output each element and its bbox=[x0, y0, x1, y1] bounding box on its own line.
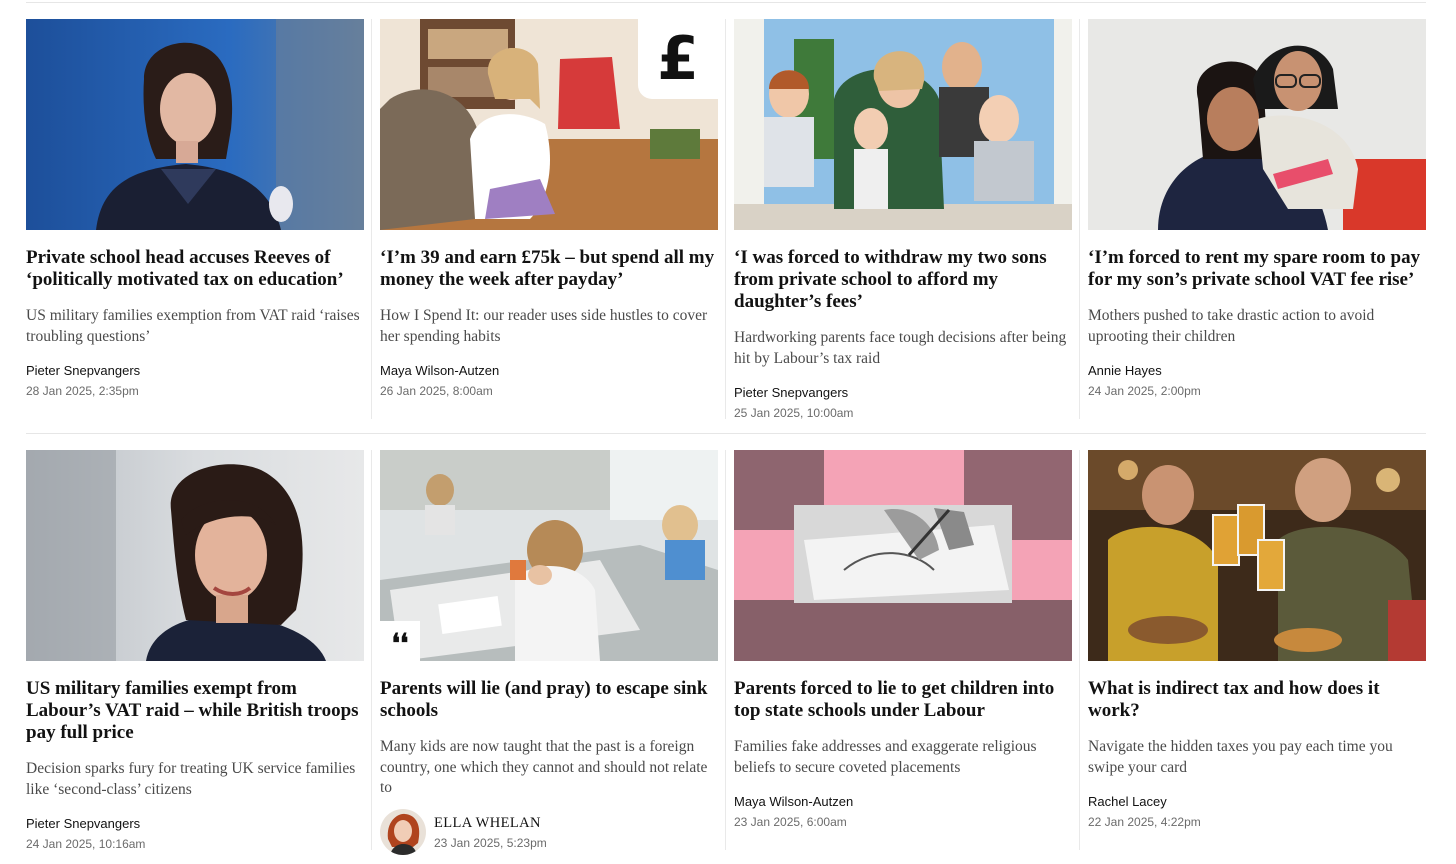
article-headline[interactable]: What is indirect tax and how does it wor… bbox=[1088, 678, 1426, 722]
article-card[interactable]: ❛❛ Parents will lie (and pray) to escape… bbox=[380, 450, 718, 855]
author-name[interactable]: Pieter Snepvangers bbox=[26, 363, 364, 378]
article-headline[interactable]: Parents forced to lie to get children in… bbox=[734, 678, 1072, 722]
article-card[interactable]: Parents forced to lie to get children in… bbox=[734, 450, 1072, 829]
author-name[interactable]: Maya Wilson-Autzen bbox=[380, 363, 718, 378]
row-divider bbox=[26, 433, 1426, 434]
article-standfirst: Navigate the hidden taxes you pay each t… bbox=[1088, 738, 1393, 776]
article-headline[interactable]: Private school head accuses Reeves of ‘p… bbox=[26, 247, 364, 291]
woman-phone-photo[interactable]: £ bbox=[380, 19, 718, 230]
column-divider bbox=[1079, 19, 1080, 419]
author-name[interactable]: Maya Wilson-Autzen bbox=[734, 794, 1072, 809]
author-block[interactable]: ELLA WHELAN 23 Jan 2025, 5:23pm bbox=[380, 808, 718, 855]
article-card[interactable]: Private school head accuses Reeves of ‘p… bbox=[26, 19, 364, 398]
article-card[interactable]: US military families exempt from Labour’… bbox=[26, 450, 364, 851]
column-divider bbox=[371, 19, 372, 419]
author-name[interactable]: Pieter Snepvangers bbox=[734, 385, 1072, 400]
article-headline[interactable]: ‘I was forced to withdraw my two sons fr… bbox=[734, 247, 1072, 313]
publish-date: 26 Jan 2025, 8:00am bbox=[380, 384, 493, 398]
signing-collage-photo[interactable] bbox=[734, 450, 1072, 661]
quote-icon: ❛❛ bbox=[380, 621, 420, 661]
publish-date: 22 Jan 2025, 4:22pm bbox=[1088, 815, 1201, 829]
author-name[interactable]: Rachel Lacey bbox=[1088, 794, 1426, 809]
publish-date: 23 Jan 2025, 5:23pm bbox=[434, 835, 547, 850]
author-name[interactable]: ELLA WHELAN bbox=[434, 815, 547, 832]
column-divider bbox=[371, 450, 372, 850]
article-card[interactable]: What is indirect tax and how does it wor… bbox=[1088, 450, 1426, 829]
classroom-photo[interactable]: ❛❛ bbox=[380, 450, 718, 661]
article-headline[interactable]: US military families exempt from Labour’… bbox=[26, 678, 364, 744]
author-name[interactable]: Annie Hayes bbox=[1088, 363, 1426, 378]
article-standfirst: Decision sparks fury for treating UK ser… bbox=[26, 760, 356, 798]
article-headline[interactable]: ‘I’m 39 and earn £75k – but spend all my… bbox=[380, 247, 718, 291]
top-divider bbox=[26, 2, 1426, 3]
family-photo[interactable] bbox=[734, 19, 1072, 230]
publish-date: 24 Jan 2025, 10:16am bbox=[26, 837, 146, 851]
article-card[interactable]: ‘I’m forced to rent my spare room to pay… bbox=[1088, 19, 1426, 398]
article-standfirst: Hardworking parents face tough decisions… bbox=[734, 329, 1067, 367]
article-standfirst: How I Spend It: our reader uses side hus… bbox=[380, 307, 708, 345]
pub-cheers-photo[interactable] bbox=[1088, 450, 1426, 661]
article-headline[interactable]: Parents will lie (and pray) to escape si… bbox=[380, 678, 718, 722]
reeves-portrait-photo[interactable] bbox=[26, 450, 364, 661]
article-headline[interactable]: ‘I’m forced to rent my spare room to pay… bbox=[1088, 247, 1426, 291]
mother-son-photo[interactable] bbox=[1088, 19, 1426, 230]
publish-date: 23 Jan 2025, 6:00am bbox=[734, 815, 847, 829]
column-divider bbox=[1079, 450, 1080, 850]
author-name[interactable]: Pieter Snepvangers bbox=[26, 816, 364, 831]
article-standfirst: US military families exemption from VAT … bbox=[26, 307, 360, 345]
reeves-photo[interactable] bbox=[26, 19, 364, 230]
column-divider bbox=[725, 19, 726, 419]
article-card[interactable]: ‘I was forced to withdraw my two sons fr… bbox=[734, 19, 1072, 420]
column-divider bbox=[725, 450, 726, 850]
article-card[interactable]: £ ‘I’m 39 and earn £75k – but spend all … bbox=[380, 19, 718, 398]
publish-date: 25 Jan 2025, 10:00am bbox=[734, 406, 854, 420]
article-standfirst: Many kids are now taught that the past i… bbox=[380, 738, 708, 796]
avatar[interactable] bbox=[380, 808, 426, 855]
publish-date: 28 Jan 2025, 2:35pm bbox=[26, 384, 139, 398]
article-standfirst: Mothers pushed to take drastic action to… bbox=[1088, 307, 1375, 345]
article-standfirst: Families fake addresses and exaggerate r… bbox=[734, 738, 1037, 776]
publish-date: 24 Jan 2025, 2:00pm bbox=[1088, 384, 1201, 398]
pound-icon: £ bbox=[638, 19, 718, 99]
